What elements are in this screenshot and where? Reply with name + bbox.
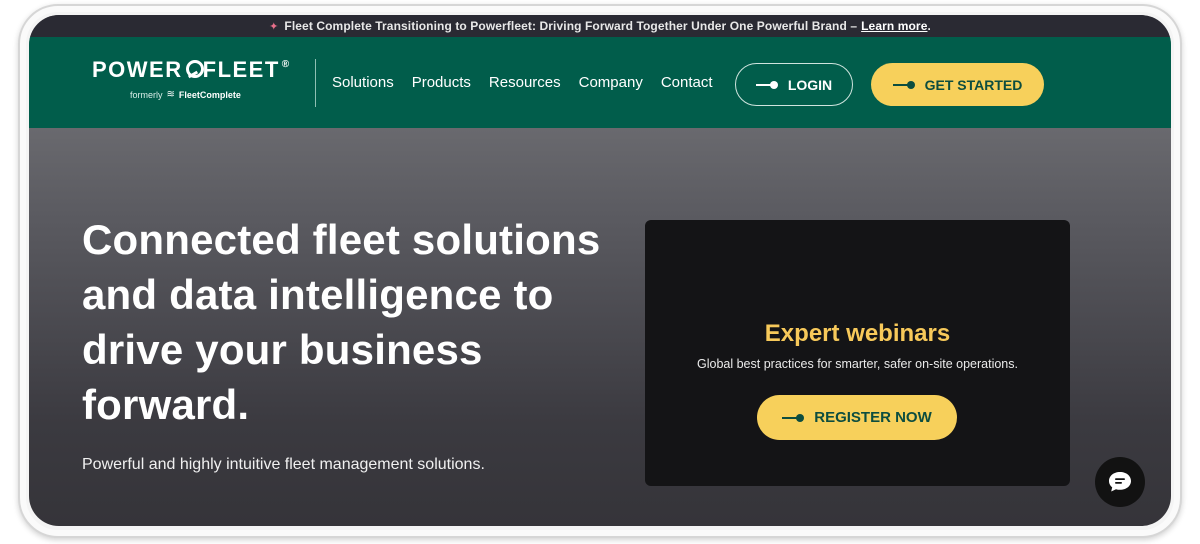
powerfleet-logo[interactable]: POWER FLEET ® formerly ≋ FleetComplete [92,57,291,100]
hero-subtitle: Powerful and highly intuitive fleet mana… [82,456,485,473]
arrow-dot-icon [782,413,805,422]
nav-item-products[interactable]: Products [412,74,471,91]
webinar-promo-card: Expert webinars Global best practices fo… [645,220,1070,486]
arrow-dot-icon [755,80,778,89]
register-label: REGISTER NOW [814,409,932,426]
announcement-suffix: . [927,19,931,33]
login-button[interactable]: LOGIN [735,63,853,106]
former-brand-name: FleetComplete [178,89,241,100]
fleetcomplete-mark-icon: ≋ [166,89,175,100]
announcement-bar: ✦ Fleet Complete Transitioning to Powerf… [29,15,1171,37]
nav-divider [315,59,316,107]
learn-more-link[interactable]: Learn more [861,19,927,33]
nav-item-resources[interactable]: Resources [489,74,561,91]
get-started-button[interactable]: GET STARTED [871,63,1044,106]
logo-word-left: POWER [92,57,183,82]
main-navigation: POWER FLEET ® formerly ≋ FleetComplete S… [29,37,1171,128]
formerly-label: formerly [130,89,163,100]
register-now-button[interactable]: REGISTER NOW [757,395,957,440]
card-subtitle: Global best practices for smarter, safer… [697,357,1018,371]
registered-mark: ® [281,58,291,70]
chat-button[interactable] [1095,457,1145,507]
logo-word-right: FLEET [202,57,280,82]
chat-bubble-icon [1109,472,1131,492]
get-started-label: GET STARTED [924,76,1023,93]
location-pin-icon [185,60,204,80]
announcement-text: Fleet Complete Transitioning to Powerfle… [284,19,858,33]
browser-viewport: ✦ Fleet Complete Transitioning to Powerf… [29,15,1171,526]
nav-item-company[interactable]: Company [579,74,643,91]
nav-item-solutions[interactable]: Solutions [332,74,394,91]
login-label: LOGIN [787,76,833,93]
hero-title: Connected fleet solutions and data intel… [82,216,601,428]
nav-item-contact[interactable]: Contact [661,74,713,91]
formerly-tagline: formerly ≋ FleetComplete [130,89,291,100]
sparkle-icon: ✦ [269,20,279,33]
card-title: Expert webinars [764,320,951,347]
nav-menu: Solutions Products Resources Company Con… [332,37,731,128]
arrow-dot-icon [892,80,915,89]
